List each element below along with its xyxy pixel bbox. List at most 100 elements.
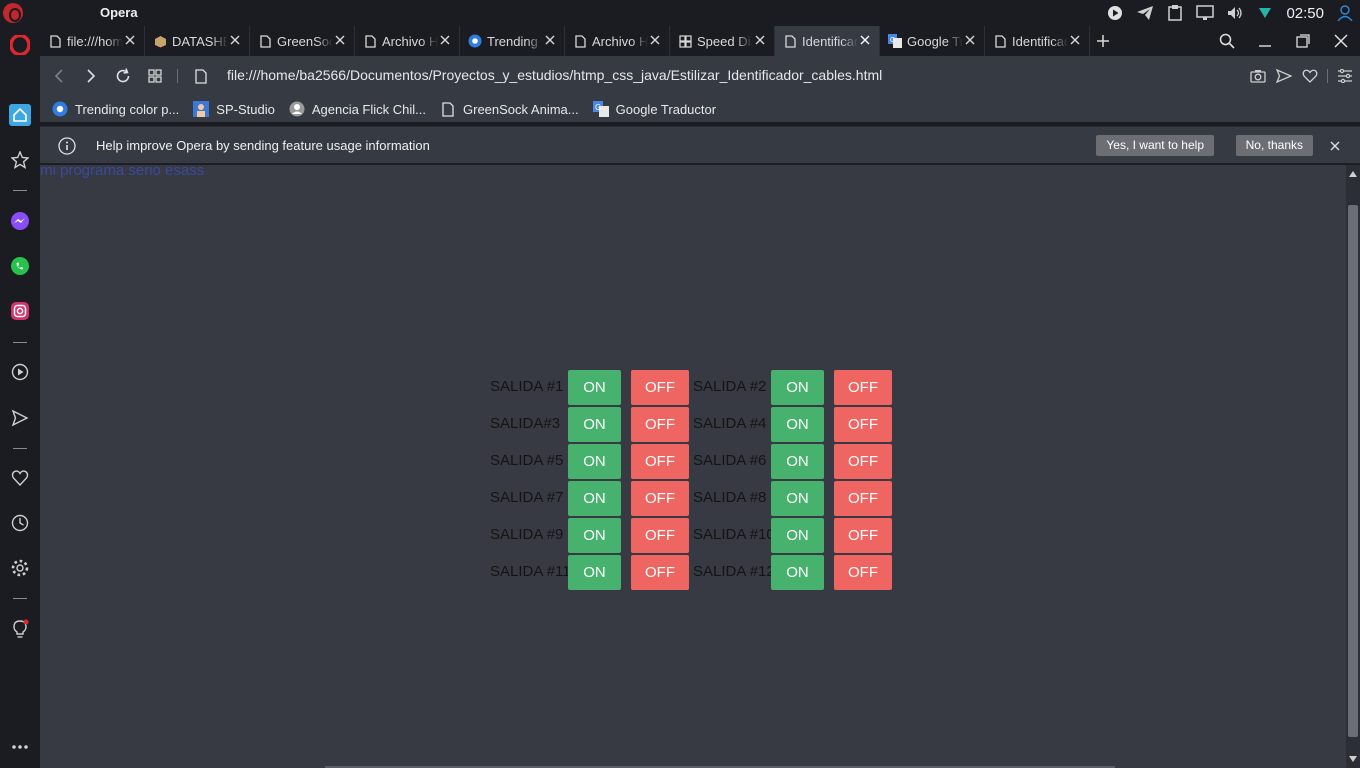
telegram-icon[interactable] [1136,4,1154,22]
on-button[interactable]: ON [771,444,824,479]
close-tab-icon[interactable] [439,34,451,46]
opera-logo-icon[interactable] [9,34,31,56]
close-tab-icon[interactable] [964,34,976,46]
on-button[interactable]: ON [568,370,621,405]
tab[interactable]: G Google Traductor [880,26,985,56]
tab[interactable]: Speed Dial [670,26,775,56]
on-button[interactable]: ON [568,555,621,590]
on-button[interactable]: ON [568,518,621,553]
scroll-up-arrow-icon[interactable] [1348,169,1358,179]
maximize-icon[interactable] [1284,26,1322,56]
close-tab-icon[interactable] [544,34,556,46]
tab[interactable]: DATASHEET [145,26,250,56]
flow-send-icon[interactable] [9,407,31,429]
on-button[interactable]: ON [568,407,621,442]
button-spacer [621,444,631,479]
more-options-icon[interactable] [9,736,31,758]
tab-search-icon[interactable] [1208,26,1246,56]
off-button[interactable]: OFF [631,407,689,442]
on-button[interactable]: ON [771,518,824,553]
display-icon[interactable] [1196,4,1215,22]
on-button[interactable]: ON [771,407,824,442]
settings-gear-icon[interactable] [9,557,31,579]
speed-dial-home-icon[interactable] [9,104,31,126]
off-button[interactable]: OFF [834,555,892,590]
no-thanks-button[interactable]: No, thanks [1235,135,1313,156]
minimize-icon[interactable] [1246,26,1284,56]
on-button[interactable]: ON [568,481,621,516]
translate-icon: G [888,34,902,48]
off-button[interactable]: OFF [631,481,689,516]
close-tab-icon[interactable] [859,34,871,46]
close-tab-icon[interactable] [754,34,766,46]
bookmark-item[interactable]: Trending color p... [52,101,179,117]
tab[interactable]: Identificador [985,26,1090,56]
tab-active[interactable]: Identificador [775,26,880,56]
off-button[interactable]: OFF [631,518,689,553]
tips-lightbulb-icon[interactable] [9,618,31,640]
tab[interactable]: GreenSock [250,26,355,56]
off-button[interactable]: OFF [631,555,689,590]
reload-icon[interactable] [112,65,134,87]
player-icon[interactable] [9,361,31,383]
sp-studio-icon [193,101,210,117]
tab-label: GreenSock [277,33,333,49]
forward-arrow-icon[interactable] [80,65,102,87]
on-button[interactable]: ON [771,481,824,516]
tab[interactable]: Trending [460,26,565,56]
clipboard-icon[interactable] [1166,4,1184,22]
messenger-icon[interactable] [9,210,31,232]
new-tab-plus-icon[interactable] [1090,26,1116,56]
easy-setup-menu-icon[interactable] [1336,65,1354,87]
close-tab-icon[interactable] [124,34,136,46]
off-button[interactable]: OFF [834,481,892,516]
close-window-icon[interactable] [1322,26,1360,56]
send-to-flow-icon[interactable] [1275,65,1293,87]
off-button[interactable]: OFF [631,370,689,405]
url-field[interactable]: file:///home/ba2566/Documentos/Proyectos… [227,67,882,83]
bookmark-label: Trending color p... [75,101,180,117]
snapshot-camera-icon[interactable] [1249,65,1267,87]
close-tab-icon[interactable] [649,34,661,46]
whatsapp-icon[interactable] [9,255,31,277]
scrollbar-thumb[interactable] [1348,205,1358,737]
on-button[interactable]: ON [771,370,824,405]
button-spacer [621,370,631,405]
off-button[interactable]: OFF [834,444,892,479]
back-arrow-icon[interactable] [48,65,70,87]
user-icon[interactable] [1336,4,1354,22]
output-label: SALIDA #2 [693,378,767,395]
bookmarks-star-icon[interactable] [9,149,31,171]
tab[interactable]: Archivo HTML [355,26,460,56]
bookmark-item[interactable]: Agencia Flick Chil... [289,101,426,117]
close-tab-icon[interactable] [229,34,241,46]
media-play-icon[interactable] [1106,4,1124,22]
bookmark-heart-icon[interactable] [1301,65,1319,87]
off-button[interactable]: OFF [834,518,892,553]
tab[interactable]: Archivo HTML [565,26,670,56]
bookmark-item[interactable]: SP-Studio [193,101,275,117]
off-button[interactable]: OFF [631,444,689,479]
speed-dial-grid-icon[interactable] [144,65,166,87]
close-infobar-icon[interactable] [1328,139,1342,153]
on-button[interactable]: ON [771,555,824,590]
bookmark-item[interactable]: G Google Traductor [592,101,716,117]
network-icon[interactable] [1256,4,1274,22]
vertical-scrollbar[interactable] [1346,165,1360,768]
on-button[interactable]: ON [568,444,621,479]
close-tab-icon[interactable] [334,34,346,46]
instagram-icon[interactable] [9,300,31,322]
tab[interactable]: file:///home [40,26,145,56]
off-button[interactable]: OFF [834,370,892,405]
file-page-icon [190,65,212,87]
off-button[interactable]: OFF [834,407,892,442]
my-flow-heart-icon[interactable] [9,467,31,489]
close-tab-icon[interactable] [1069,34,1081,46]
scroll-down-arrow-icon[interactable] [1348,754,1358,764]
yes-help-button[interactable]: Yes, I want to help [1096,135,1214,156]
clock[interactable]: 02:50 [1286,5,1324,22]
volume-icon[interactable] [1226,4,1244,22]
history-clock-icon[interactable] [9,512,31,534]
os-menu-logo-icon[interactable] [3,3,23,23]
bookmark-item[interactable]: GreenSock Anima... [440,101,579,117]
